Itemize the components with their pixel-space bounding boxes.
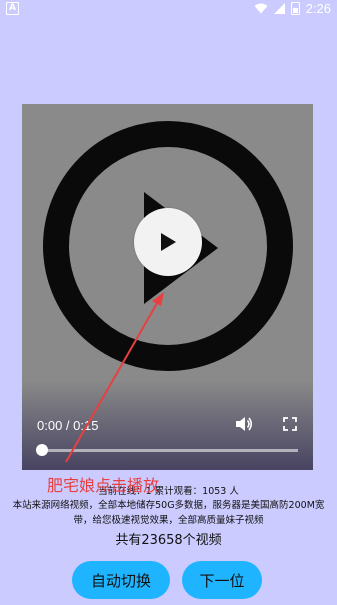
progress-bar[interactable] bbox=[42, 449, 298, 452]
volume-icon[interactable] bbox=[235, 415, 253, 433]
description: 本站来源网络视频，全部本地储存50G多数据，服务器是美国高防200M宽 带，给您… bbox=[0, 498, 337, 528]
total-videos: 共有23658个视频 bbox=[115, 533, 222, 548]
time-display: 0:00 / 0:15 bbox=[37, 418, 99, 433]
annotation-label: 肥宅娘点击播放 bbox=[47, 476, 160, 495]
auto-switch-button[interactable]: 自动切换 bbox=[72, 561, 170, 599]
wifi-icon bbox=[254, 3, 268, 14]
play-button[interactable] bbox=[134, 208, 202, 276]
video-player[interactable]: 0:00 / 0:15 bbox=[22, 104, 313, 470]
next-button[interactable]: 下一位 bbox=[182, 561, 262, 599]
status-time: 2:26 bbox=[305, 1, 331, 16]
fullscreen-icon[interactable] bbox=[283, 417, 297, 431]
description-line-2: 带，给您极速视觉效果，全部高质量妹子视频 bbox=[73, 515, 264, 526]
battery-icon bbox=[290, 2, 300, 15]
status-bar: A 2:26 bbox=[0, 0, 337, 17]
description-line-1: 本站来源网络视频，全部本地储存50G多数据，服务器是美国高防200M宽 bbox=[12, 500, 325, 511]
signal-icon bbox=[273, 3, 285, 14]
notification-icon: A bbox=[6, 2, 19, 15]
progress-thumb[interactable] bbox=[36, 444, 48, 456]
play-icon bbox=[161, 233, 176, 251]
